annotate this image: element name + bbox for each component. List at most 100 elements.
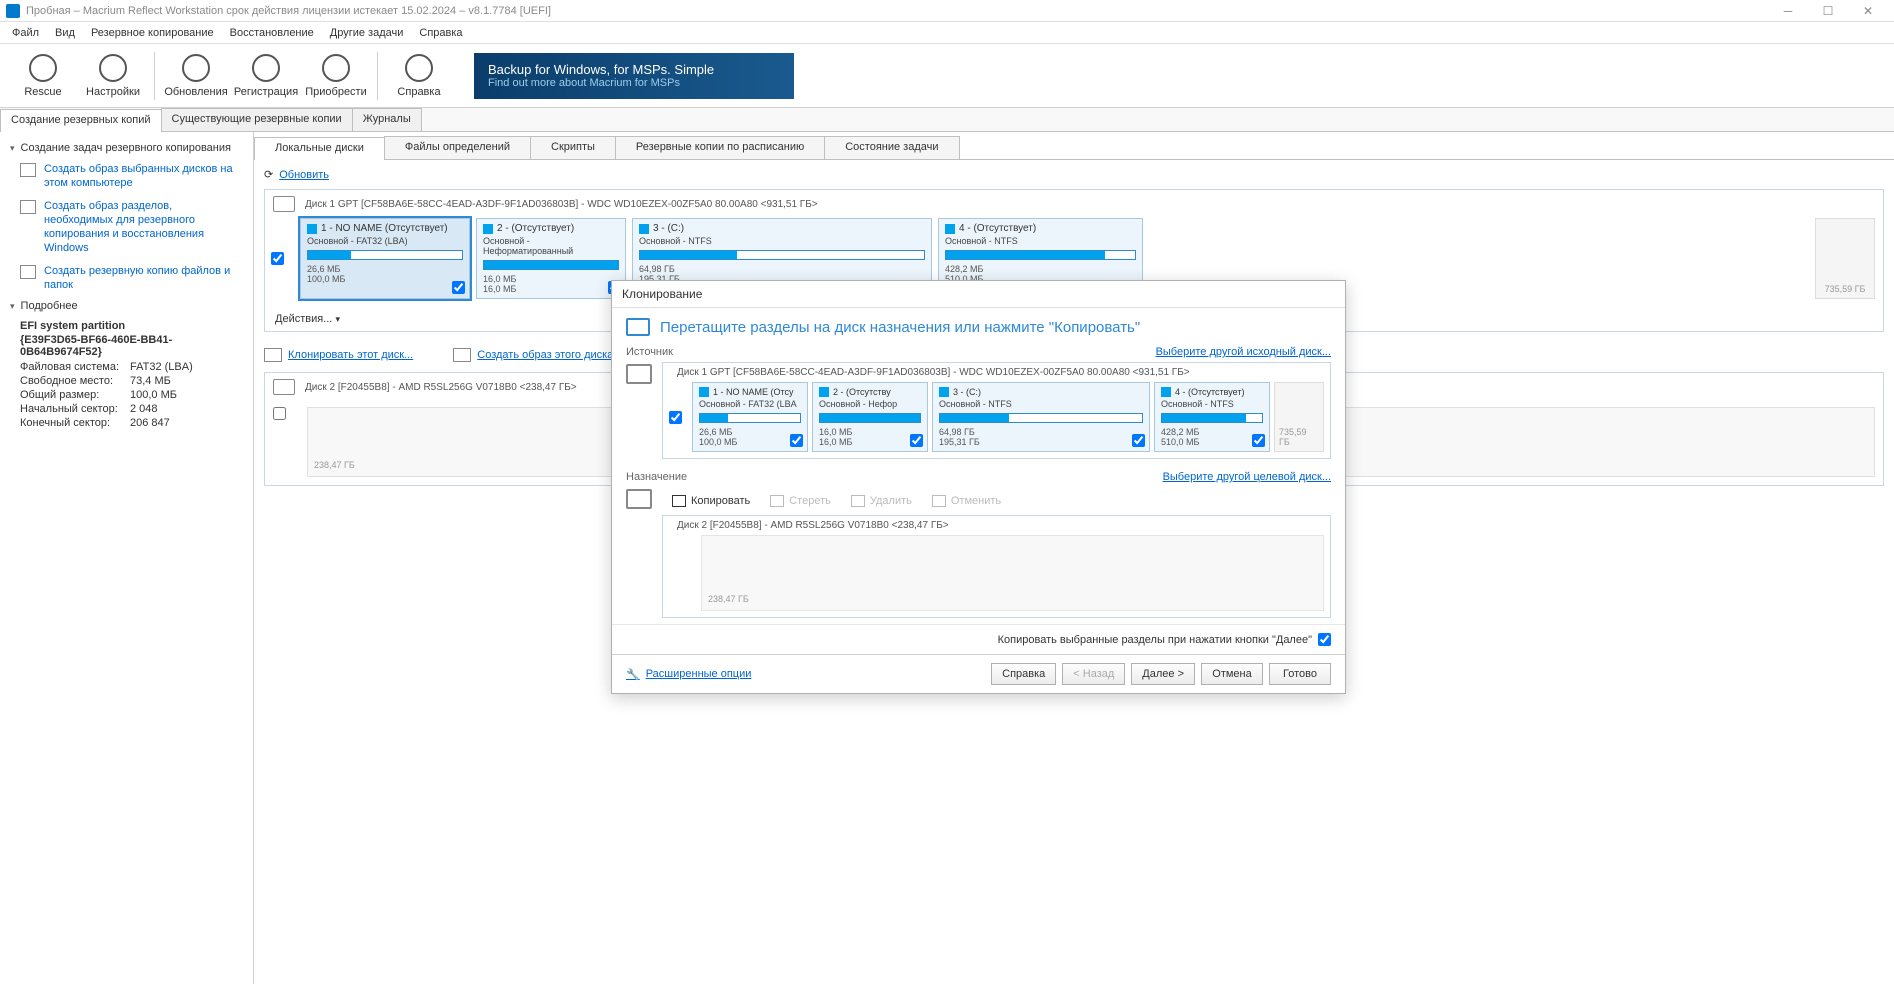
clone-dialog-title: Клонирование: [612, 281, 1345, 308]
toolbar-purchase[interactable]: Приобрести: [301, 46, 371, 106]
windows-icon: [483, 224, 493, 234]
src-partition-2-checkbox[interactable]: [910, 434, 923, 447]
sidebar-image-selected-disks[interactable]: Создать образ выбранных дисков на этом к…: [10, 158, 243, 195]
copy-button[interactable]: Копировать: [662, 491, 760, 511]
subtab-status[interactable]: Состояние задачи: [824, 136, 959, 159]
windows-icon: [699, 387, 709, 397]
menu-other[interactable]: Другие задачи: [322, 24, 412, 42]
undo-icon: [932, 495, 946, 507]
clone-disk-link[interactable]: Клонировать этот диск...: [264, 348, 413, 362]
toolbar-rescue[interactable]: Rescue: [8, 46, 78, 106]
copy-option-checkbox[interactable]: [1318, 633, 1331, 646]
partition-1-checkbox[interactable]: [452, 281, 465, 294]
disk2-select-all[interactable]: [273, 407, 286, 420]
toolbar-help[interactable]: Справка: [384, 46, 454, 106]
windows-icon: [20, 200, 36, 214]
help-button[interactable]: Справка: [991, 663, 1056, 685]
toolbar-updates[interactable]: Обновления: [161, 46, 231, 106]
src-partition-4-checkbox[interactable]: [1252, 434, 1265, 447]
source-partition-2[interactable]: 2 - (Отсутству Основной - Нефор 16,0 МБ1…: [812, 382, 928, 452]
delete-button: Удалить: [841, 491, 922, 511]
disk1-unallocated: 735,59 ГБ: [1815, 218, 1875, 299]
partition-details: EFI system partition {E39F3D65-BF66-460E…: [10, 316, 243, 430]
files-icon: [20, 265, 36, 279]
back-button: < Назад: [1062, 663, 1125, 685]
close-button[interactable]: ✕: [1848, 0, 1888, 22]
image-disk-link[interactable]: Создать образ этого диска...: [453, 348, 622, 362]
subtab-defs[interactable]: Файлы определений: [384, 136, 531, 159]
erase-button: Стереть: [760, 491, 841, 511]
select-source-link[interactable]: Выберите другой исходный диск...: [1156, 346, 1331, 358]
finish-button[interactable]: Готово: [1269, 663, 1331, 685]
refresh-icon: ⟳: [264, 168, 273, 181]
minimize-button[interactable]: ─: [1768, 0, 1808, 22]
cart-icon: [322, 54, 350, 82]
sidebar-backup-files[interactable]: Создать резервную копию файлов и папок: [10, 260, 243, 297]
disk1-partition-2[interactable]: 2 - (Отсутствует) Основной - Неформатиро…: [476, 218, 626, 299]
source-partition-4[interactable]: 4 - (Отсутствует) Основной - NTFS 428,2 …: [1154, 382, 1270, 452]
menu-file[interactable]: Файл: [4, 24, 47, 42]
subtab-local-disks[interactable]: Локальные диски: [254, 137, 385, 160]
source-partition-1[interactable]: 1 - NO NAME (Отсу Основной - FAT32 (LBA …: [692, 382, 808, 452]
tab-create-backup[interactable]: Создание резервных копий: [0, 109, 162, 132]
chevron-down-icon: ▾: [10, 143, 15, 154]
rescue-icon: [29, 54, 57, 82]
dest-label: Назначение: [626, 471, 687, 483]
actions-dropdown[interactable]: Действия... ▾: [275, 313, 340, 325]
undo-button: Отменить: [922, 491, 1011, 511]
next-button[interactable]: Далее >: [1131, 663, 1195, 685]
image-icon: [453, 348, 471, 362]
msp-banner[interactable]: Backup for Windows, for MSPs. Simple Fin…: [474, 53, 794, 99]
wrench-icon: 🔧: [626, 668, 640, 681]
refresh-link[interactable]: Обновить: [279, 169, 329, 181]
sidebar-details-head[interactable]: ▾Подробнее: [10, 296, 243, 316]
help-icon: [405, 54, 433, 82]
source-partition-3[interactable]: 3 - (C:) Основной - NTFS 64,98 ГБ195,31 …: [932, 382, 1150, 452]
windows-icon: [939, 387, 949, 397]
dest-unallocated[interactable]: 238,47 ГБ: [701, 535, 1324, 611]
banner-line1: Backup for Windows, for MSPs. Simple: [488, 62, 780, 77]
toolbar-register[interactable]: Регистрация: [231, 46, 301, 106]
clone-dialog: Клонирование Перетащите разделы на диск …: [611, 280, 1346, 694]
maximize-button[interactable]: ☐: [1808, 0, 1848, 22]
source-disk: Диск 1 GPT [CF58BA6E-58CC-4EAD-A3DF-9F1A…: [662, 362, 1331, 459]
app-icon: [6, 4, 20, 18]
detail-title2: {E39F3D65-BF66-460E-BB41-0B64B9674F52}: [20, 334, 243, 358]
sidebar-create-head[interactable]: ▾Создание задач резервного копирования: [10, 138, 243, 158]
src-partition-3-checkbox[interactable]: [1132, 434, 1145, 447]
subtab-scripts[interactable]: Скрипты: [530, 136, 616, 159]
menu-view[interactable]: Вид: [47, 24, 83, 42]
subtab-scheduled[interactable]: Резервные копии по расписанию: [615, 136, 825, 159]
disk1-header-text: Диск 1 GPT [CF58BA6E-58CC-4EAD-A3DF-9F1A…: [305, 199, 818, 210]
menu-backup[interactable]: Резервное копирование: [83, 24, 222, 42]
sidebar-details-section: ▾Подробнее EFI system partition {E39F3D6…: [10, 296, 243, 430]
tab-existing-backup[interactable]: Существующие резервные копии: [161, 108, 353, 131]
select-dest-link[interactable]: Выберите другой целевой диск...: [1163, 471, 1331, 483]
source-disk-header: Диск 1 GPT [CF58BA6E-58CC-4EAD-A3DF-9F1A…: [677, 367, 1190, 378]
menu-restore[interactable]: Восстановление: [222, 24, 322, 42]
disk1-header: Диск 1 GPT [CF58BA6E-58CC-4EAD-A3DF-9F1A…: [265, 190, 1883, 218]
sub-tabs: Локальные диски Файлы определений Скрипт…: [254, 136, 1894, 160]
disk1-partition-1[interactable]: 1 - NO NAME (Отсутствует) Основной - FAT…: [300, 218, 470, 299]
source-unallocated: 735,59 ГБ: [1274, 382, 1324, 452]
menubar: Файл Вид Резервное копирование Восстанов…: [0, 22, 1894, 44]
banner-line2: Find out more about Macrium for MSPs: [488, 77, 780, 89]
sidebar-image-windows[interactable]: Создать образ разделов, необходимых для …: [10, 195, 243, 260]
monitor-icon: [626, 489, 652, 509]
copy-option-row: Копировать выбранные разделы при нажатии…: [612, 624, 1345, 654]
src-partition-1-checkbox[interactable]: [790, 434, 803, 447]
disk1-select-all[interactable]: [271, 252, 284, 265]
cancel-button[interactable]: Отмена: [1201, 663, 1263, 685]
source-select-all[interactable]: [669, 411, 682, 424]
delete-icon: [851, 495, 865, 507]
dest-toolbar: Копировать Стереть Удалить Отменить: [662, 487, 1331, 515]
windows-icon: [639, 224, 649, 234]
chevron-down-icon: ▾: [335, 314, 340, 324]
advanced-options-link[interactable]: 🔧 Расширенные опции: [626, 668, 751, 681]
window-title: Пробная – Macrium Reflect Workstation ср…: [26, 5, 1768, 17]
key-icon: [252, 54, 280, 82]
tab-logs[interactable]: Журналы: [352, 108, 422, 131]
windows-icon: [819, 387, 829, 397]
menu-help[interactable]: Справка: [411, 24, 470, 42]
toolbar-settings[interactable]: Настройки: [78, 46, 148, 106]
